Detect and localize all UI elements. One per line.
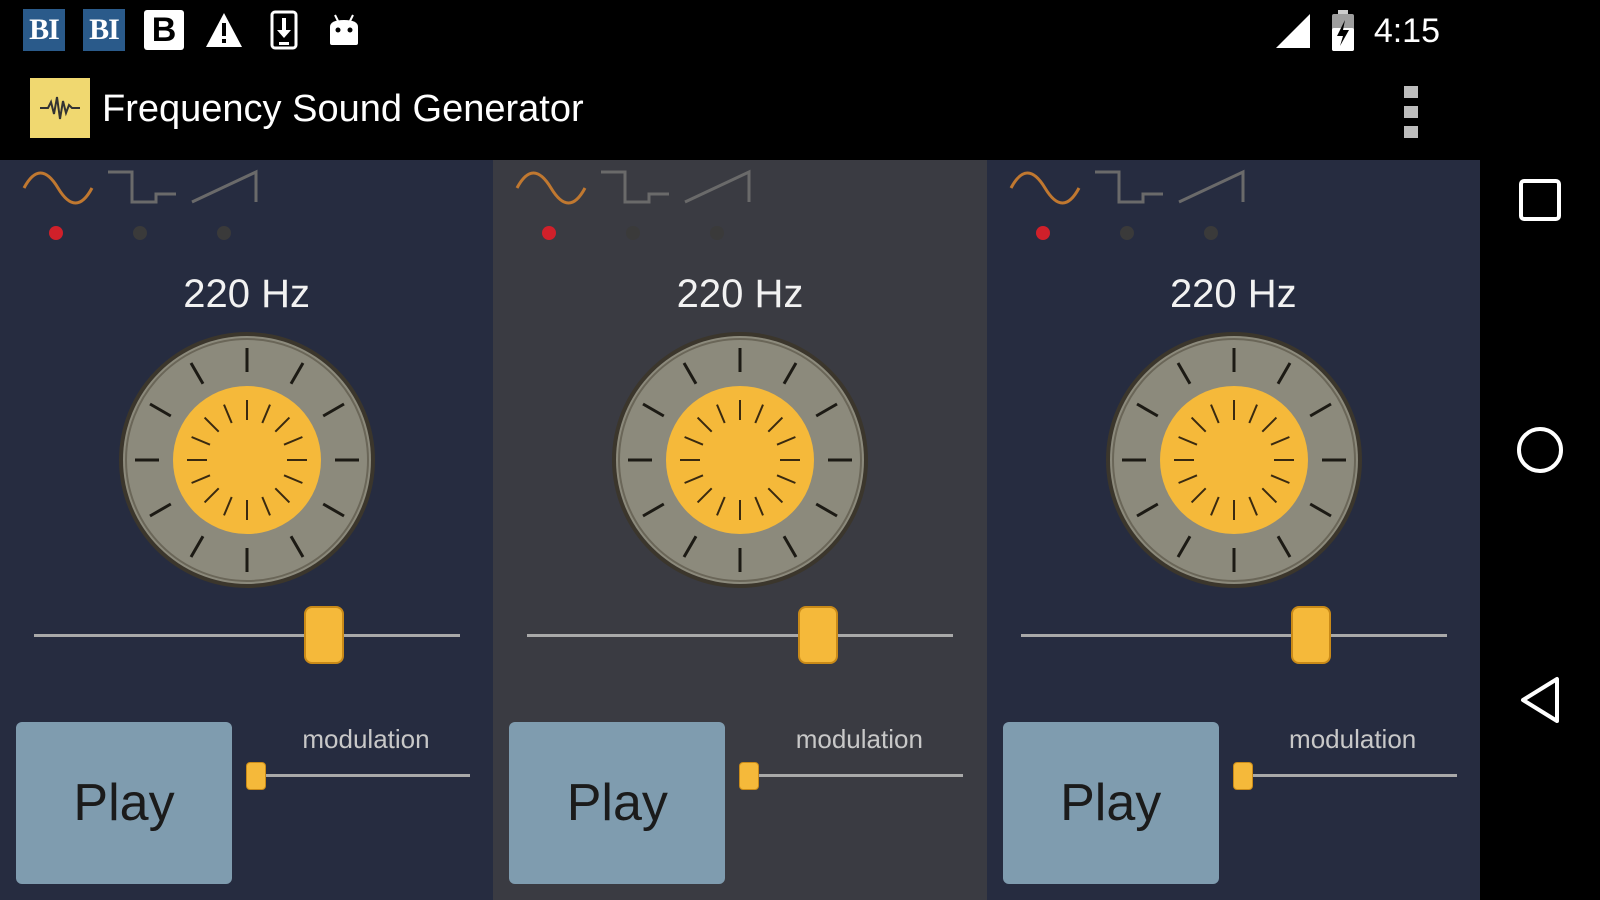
triangle-back-icon[interactable] <box>1510 670 1570 730</box>
circle-home-icon[interactable] <box>1510 420 1570 480</box>
download-phone-icon <box>262 8 306 52</box>
notification-text: B <box>144 10 184 50</box>
frequency-slider[interactable] <box>34 602 460 670</box>
sawtooth-wave-icon[interactable] <box>190 164 266 246</box>
app-title: Frequency Sound Generator <box>102 88 584 130</box>
wave-select-dot <box>1035 226 1050 240</box>
square-wave-icon[interactable] <box>106 164 182 246</box>
modulation-slider[interactable] <box>246 758 470 798</box>
modulation-label: modulation <box>1289 724 1417 754</box>
sine-wave-icon[interactable] <box>1009 164 1085 246</box>
menu-dot <box>1404 126 1418 138</box>
warning-icon <box>202 8 246 52</box>
slider-thumb[interactable] <box>739 762 760 790</box>
slider-track <box>527 634 954 637</box>
menu-dot <box>1404 106 1418 118</box>
generator-panel: 220 Hz Play modulation <box>0 160 494 900</box>
generator-panel: 220 Hz Play modulation <box>493 160 987 900</box>
notification-icons: BI BI B <box>22 8 366 52</box>
frequency-dial[interactable] <box>1102 328 1366 592</box>
clock: 4:15 <box>1373 11 1440 50</box>
sawtooth-wave-icon[interactable] <box>1177 164 1253 246</box>
frequency-slider[interactable] <box>1020 602 1447 670</box>
wave-select-dot <box>217 226 231 240</box>
notification-text: BI <box>83 9 125 51</box>
square-wave-icon[interactable] <box>599 164 675 246</box>
action-bar: Frequency Sound Generator <box>0 64 1480 160</box>
notification-text: BI <box>23 9 65 51</box>
waveform-selector <box>515 164 765 246</box>
square-wave-icon[interactable] <box>1093 164 1169 246</box>
play-button[interactable]: Play <box>509 722 726 884</box>
slider-thumb[interactable] <box>797 606 838 664</box>
status-bar: BI BI B 4:15 <box>0 0 1480 64</box>
play-button[interactable]: Play <box>16 722 232 884</box>
bi-news-icon: BI <box>82 8 126 52</box>
frequency-dial[interactable] <box>115 328 379 592</box>
waveform-logo-icon <box>30 78 90 138</box>
modulation-label: modulation <box>795 724 923 754</box>
b-app-icon: B <box>142 8 186 52</box>
modulation-label: modulation <box>302 724 430 754</box>
battery-charging-icon <box>1331 10 1354 51</box>
modulation-slider[interactable] <box>1232 758 1457 798</box>
slider-track <box>739 774 964 777</box>
waveform-selector <box>1009 164 1259 246</box>
navigation-bar <box>1480 0 1600 900</box>
overflow-menu-icon[interactable] <box>1396 84 1426 140</box>
generator-panel: 220 Hz Play modulation <box>986 160 1480 900</box>
wave-select-dot <box>133 226 147 240</box>
play-button[interactable]: Play <box>1002 722 1219 884</box>
sine-wave-icon[interactable] <box>515 164 591 246</box>
wave-select-dot <box>542 226 557 240</box>
bi-news-icon: BI <box>22 8 66 52</box>
slider-thumb[interactable] <box>246 762 266 790</box>
frequency-label: 220 Hz <box>1169 272 1297 316</box>
slider-thumb[interactable] <box>1290 606 1331 664</box>
wave-select-dot <box>49 226 63 240</box>
wave-select-dot <box>1203 226 1218 240</box>
frequency-slider[interactable] <box>527 602 954 670</box>
slider-thumb[interactable] <box>1232 762 1253 790</box>
slider-track <box>34 634 460 637</box>
modulation-slider[interactable] <box>739 758 964 798</box>
frequency-label: 220 Hz <box>183 272 311 316</box>
generator-panels: 220 Hz Play modulation 220 Hz Play modulatio… <box>0 160 1480 900</box>
wave-select-dot <box>626 226 641 240</box>
menu-dot <box>1404 86 1418 98</box>
status-right: 4:15 <box>1274 10 1440 52</box>
slider-track <box>246 774 470 777</box>
frequency-label: 220 Hz <box>676 272 804 316</box>
square-recents-icon[interactable] <box>1510 170 1570 230</box>
android-debug-icon <box>322 8 366 52</box>
slider-track <box>1020 634 1447 637</box>
sawtooth-wave-icon[interactable] <box>683 164 759 246</box>
wave-select-dot <box>710 226 725 240</box>
slider-thumb[interactable] <box>304 606 345 664</box>
wave-select-dot <box>1119 226 1134 240</box>
frequency-dial[interactable] <box>608 328 872 592</box>
signal-icon <box>1275 14 1310 48</box>
waveform-selector <box>22 164 272 246</box>
sine-wave-icon[interactable] <box>22 164 98 246</box>
slider-track <box>1232 774 1457 777</box>
